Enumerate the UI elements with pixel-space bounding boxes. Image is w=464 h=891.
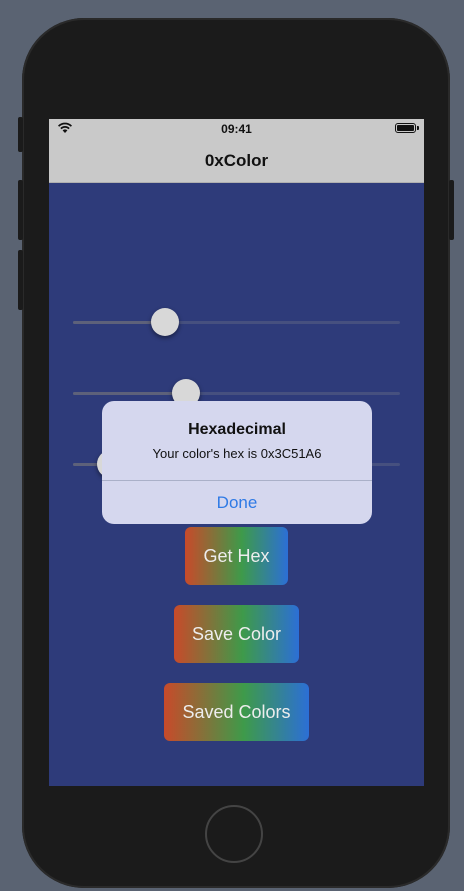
mute-switch (18, 117, 23, 152)
get-hex-label: Get Hex (203, 546, 270, 566)
done-button[interactable]: Done (102, 481, 372, 524)
slider-thumb[interactable] (150, 308, 179, 336)
alert-message: Your color's hex is 0x3C51A6 (152, 446, 322, 461)
home-button[interactable] (205, 805, 263, 863)
status-bar: 09:41 (49, 119, 424, 139)
saved-colors-label: Saved Colors (182, 702, 291, 722)
page-title: 0xColor (204, 151, 269, 170)
saved-colors-button[interactable]: Saved Colors (164, 683, 309, 741)
power-button (449, 180, 454, 240)
volume-up-button (18, 180, 23, 240)
hex-alert-dialog: Hexadecimal Your color's hex is 0x3C51A6… (102, 401, 372, 524)
alert-title: Hexadecimal (188, 421, 286, 438)
battery-icon (395, 123, 419, 133)
slider-fill (73, 392, 186, 395)
app-screen: 09:41 0xColor Get Hex Save Color Saved C… (49, 119, 424, 786)
save-color-label: Save Color (191, 624, 282, 644)
red-slider[interactable] (73, 308, 400, 336)
save-color-button[interactable]: Save Color (174, 605, 299, 663)
navigation-bar: 0xColor (49, 139, 424, 183)
status-time: 09:41 (221, 122, 252, 136)
get-hex-button[interactable]: Get Hex (185, 527, 288, 585)
volume-down-button (18, 250, 23, 310)
